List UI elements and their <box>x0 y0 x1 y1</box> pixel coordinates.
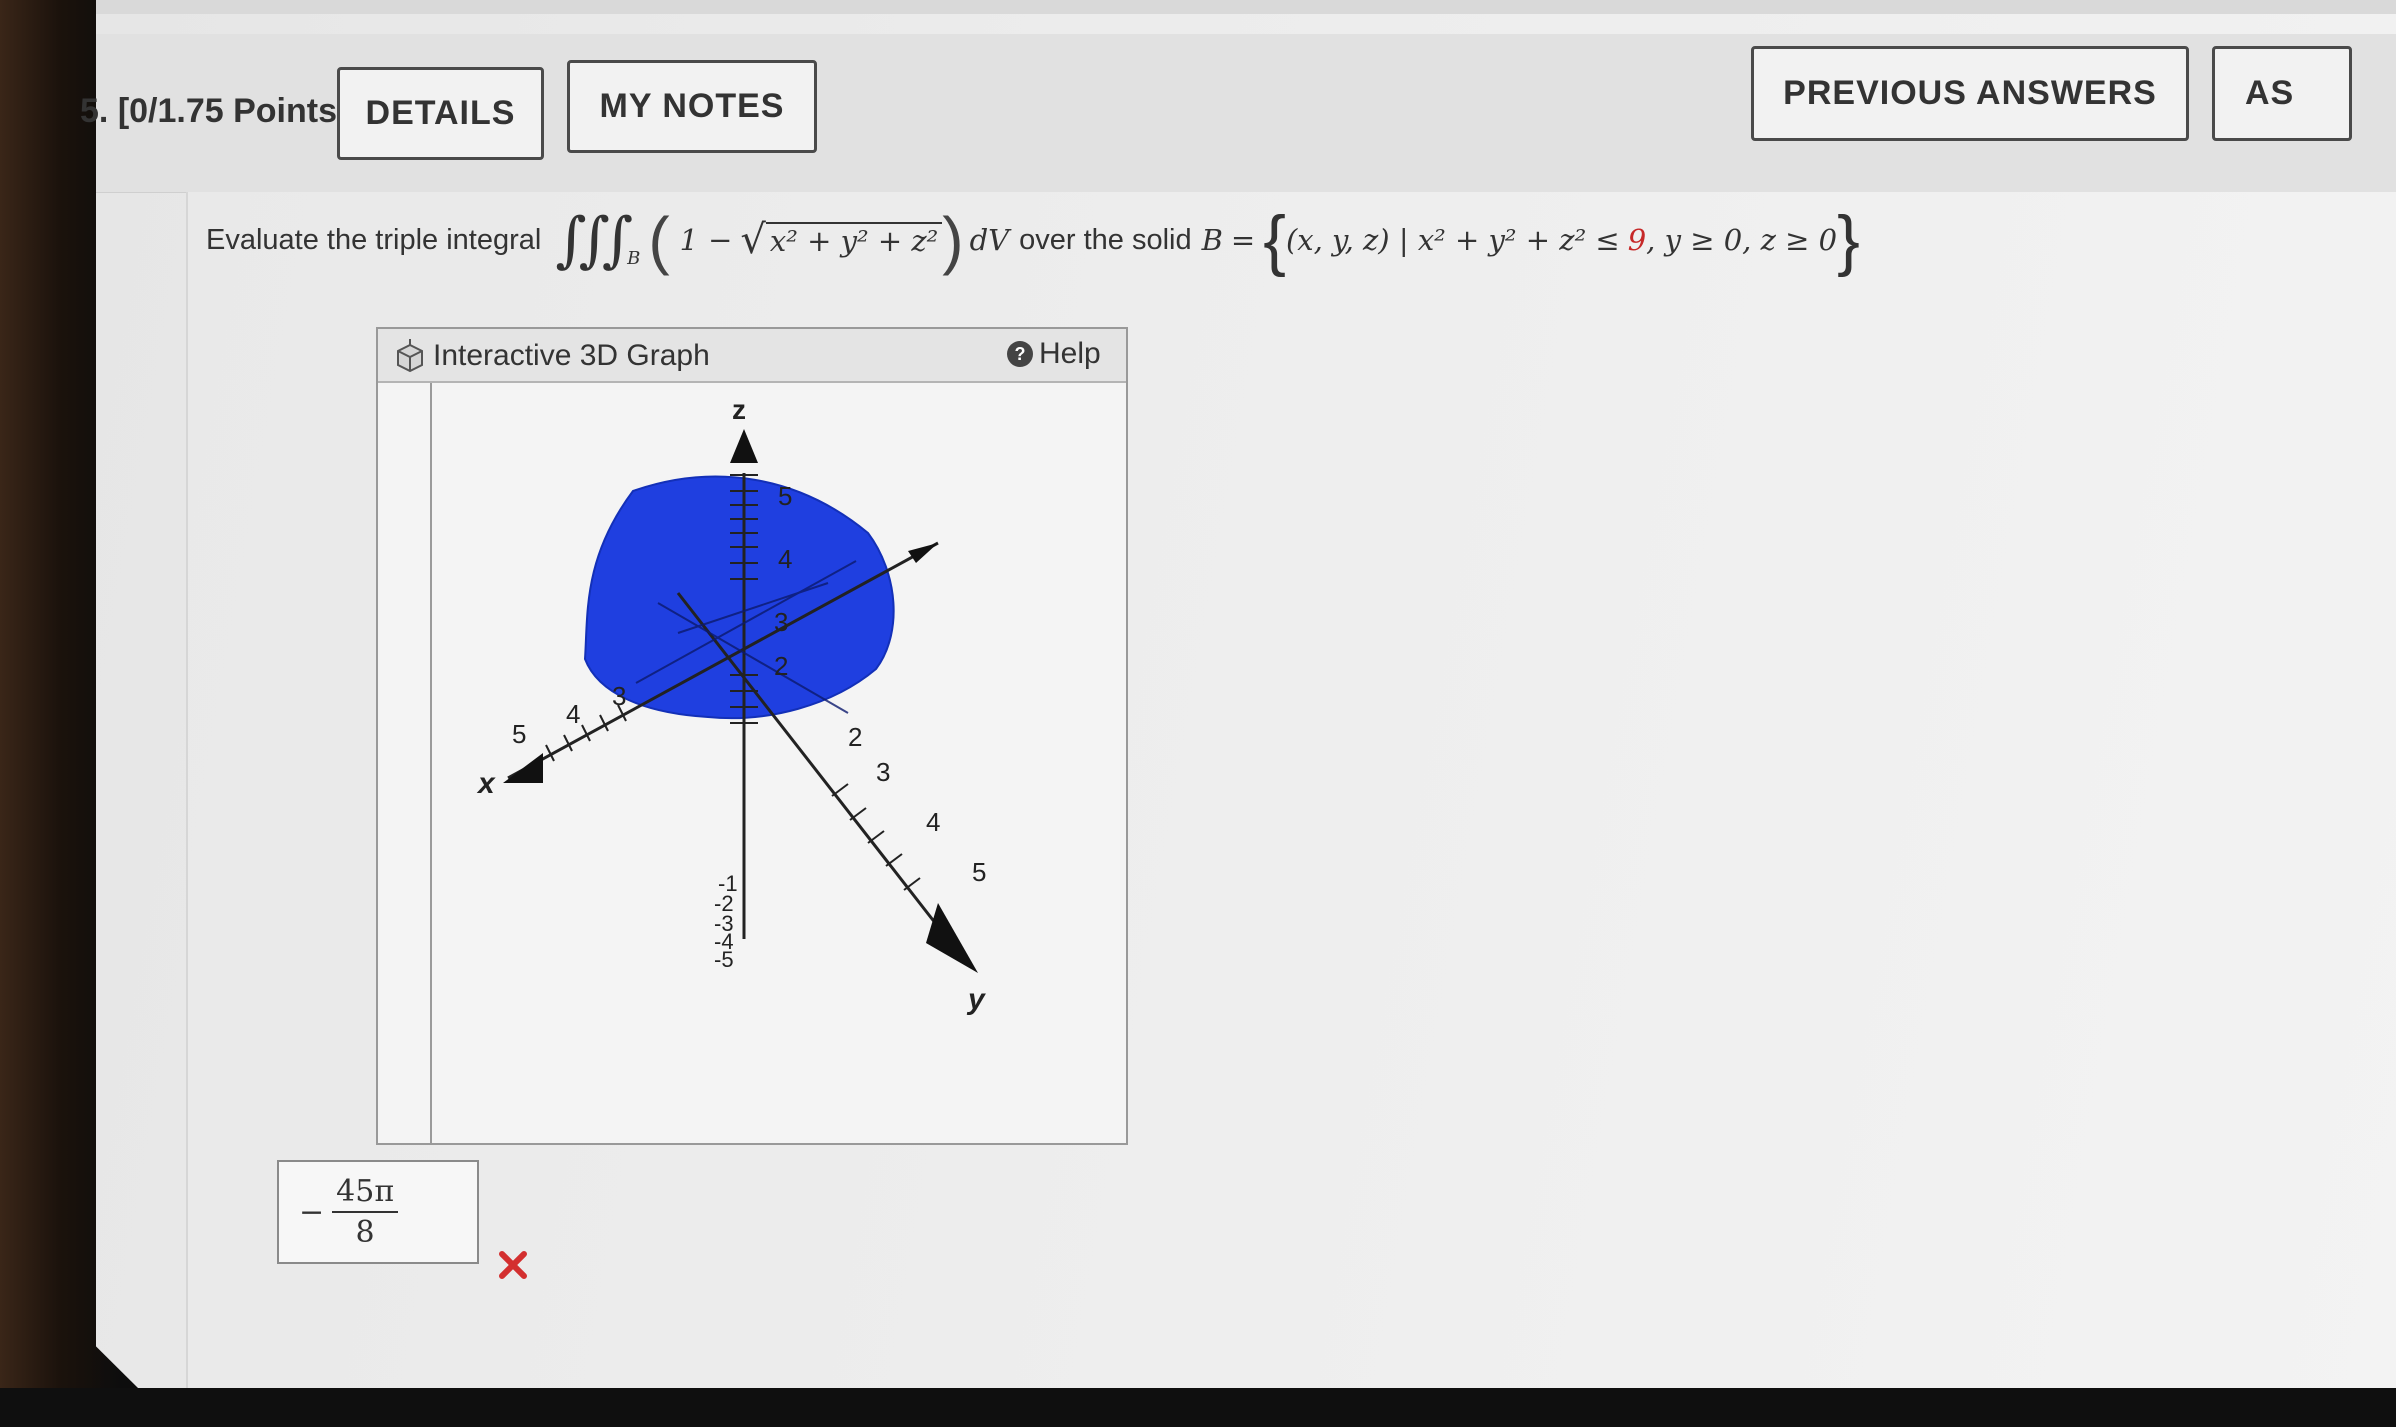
details-button[interactable]: DETAILS <box>337 67 544 160</box>
answer-numerator: 45π <box>332 1174 399 1213</box>
help-label: Help <box>1039 337 1101 370</box>
y-axis-arrow <box>926 903 978 973</box>
z-axis-label: z <box>732 394 746 425</box>
x-tick-marks <box>545 704 627 762</box>
answer-fraction: 45π 8 <box>332 1174 399 1250</box>
graph-title: Interactive 3D Graph <box>433 339 710 372</box>
y-tick-2: 2 <box>848 722 862 752</box>
z-tick-5: 5 <box>778 481 792 511</box>
y-tick-4: 4 <box>926 807 940 837</box>
open-brace: { <box>1263 202 1286 278</box>
wrong-x-icon <box>499 1251 527 1279</box>
region-domain: (x, y, z) | x² + y² + z² ≤ <box>1285 223 1620 257</box>
z-axis-arrow <box>730 429 758 463</box>
open-paren: ( <box>648 204 670 276</box>
x-tick-4: 4 <box>566 699 580 729</box>
answer-denominator: 8 <box>355 1215 375 1250</box>
points-label: [0/1.75 Points] <box>117 92 349 130</box>
integral-subscript: B <box>627 247 641 269</box>
top-strip <box>96 0 2396 14</box>
minus-sign: − <box>708 223 733 257</box>
graph-canvas[interactable]: z y x 5 4 3 2 2 3 4 5 3 4 5 -1 -2 -3 -4 … <box>378 383 1126 1143</box>
y-tick-marks <box>831 783 921 891</box>
answer-sign: − <box>299 1194 325 1230</box>
help-icon: ? <box>1007 341 1033 367</box>
region-conditions: , y ≥ 0, z ≥ 0 <box>1646 223 1838 257</box>
radical-sign: √ <box>740 217 766 263</box>
y-axis-label: y <box>966 983 986 1016</box>
close-paren: ) <box>942 204 964 276</box>
solid-region <box>583 475 895 720</box>
cube-3d-icon <box>397 339 423 373</box>
z-tick-3: 3 <box>774 607 788 637</box>
x-tick-3: 3 <box>612 681 626 711</box>
x-axis-arrow <box>503 753 543 783</box>
question-number-label: 5. <box>80 92 109 130</box>
x-tick-5: 5 <box>512 719 526 749</box>
answer-value: − 45π 8 <box>299 1174 399 1250</box>
radicand: x² + y² + z² <box>765 222 943 258</box>
equals-sign: = <box>1230 223 1256 257</box>
solid-name: B <box>1201 223 1223 257</box>
x-axis-neg-arrow <box>908 543 938 563</box>
monitor-bottom-bezel <box>0 1388 2396 1427</box>
x-axis-label: x <box>476 767 496 800</box>
prompt-prefix: Evaluate the triple integral <box>206 223 542 256</box>
neg-z-tick-5: -5 <box>714 947 734 972</box>
y-tick-3: 3 <box>876 757 890 787</box>
my-notes-button[interactable]: MY NOTES <box>567 60 817 153</box>
question-number: 5. [0/1.75 Points] <box>80 92 348 131</box>
z-tick-4: 4 <box>778 544 792 574</box>
over-text: over the solid <box>1019 223 1192 256</box>
question-text: Evaluate the triple integral ∫∫∫ B ( 1 −… <box>206 202 1860 278</box>
ask-teacher-button[interactable]: AS <box>2212 46 2352 141</box>
help-link[interactable]: ? Help <box>1007 337 1101 371</box>
triple-integral-sign: ∫∫∫ <box>555 205 633 275</box>
integrand-one: 1 <box>679 223 699 257</box>
differential: dV <box>969 223 1010 257</box>
close-brace: } <box>1837 202 1860 278</box>
previous-answers-button[interactable]: PREVIOUS ANSWERS <box>1751 46 2189 141</box>
answer-input[interactable]: − 45π 8 <box>277 1160 479 1264</box>
radius-squared-value: 9 <box>1627 223 1647 257</box>
graph-titlebar: Interactive 3D Graph ? Help <box>378 329 1126 383</box>
interactive-3d-graph[interactable]: Interactive 3D Graph ? Help z y x 5 4 3 … <box>376 327 1128 1145</box>
y-tick-5: 5 <box>972 857 986 887</box>
z-tick-2: 2 <box>774 651 788 681</box>
